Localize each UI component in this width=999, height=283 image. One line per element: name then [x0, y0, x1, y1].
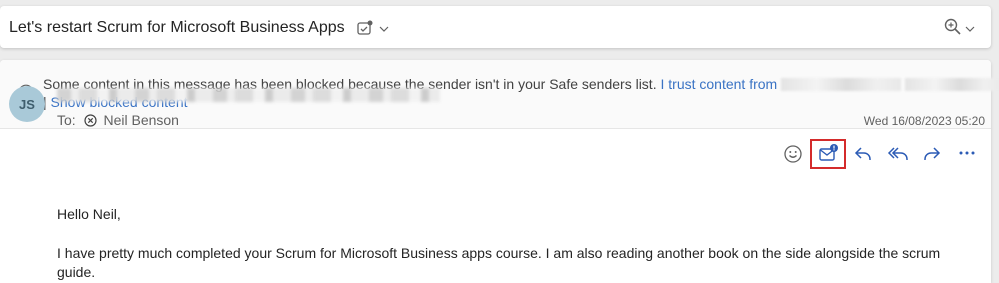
message-paragraph-line1: I have pretty much completed your Scrum … [57, 245, 941, 261]
tag-icon[interactable] [356, 19, 374, 37]
to-label: To: [57, 112, 76, 128]
more-icon[interactable] [958, 150, 976, 156]
reply-all-icon[interactable] [887, 145, 909, 163]
forward-icon[interactable] [922, 145, 942, 163]
recipient-name[interactable]: Neil Benson [103, 112, 179, 128]
highlight-box [810, 139, 846, 169]
zoom-icon[interactable] [944, 18, 962, 36]
sender-avatar[interactable]: JS [9, 86, 45, 122]
message-date: Wed 16/08/2023 05:20 [863, 114, 985, 128]
emoji-icon[interactable] [783, 144, 803, 164]
trust-content-link[interactable]: I trust content from [660, 76, 777, 92]
chevron-down-icon[interactable] [379, 25, 389, 33]
reply-icon[interactable] [853, 145, 873, 163]
redacted-domain [904, 78, 999, 91]
zoom-chevron-down-icon[interactable] [965, 25, 975, 33]
blocked-user-icon [83, 114, 97, 127]
subject-bar: Let's restart Scrum for Microsoft Busine… [0, 6, 991, 48]
message-greeting: Hello Neil, [57, 206, 121, 222]
redacted-sender-name [57, 88, 440, 102]
recipient-line: To: Neil Benson [57, 112, 179, 128]
redacted-sender [781, 78, 902, 91]
message-paragraph-line2: guide. [57, 264, 96, 280]
message-subject: Let's restart Scrum for Microsoft Busine… [9, 19, 345, 36]
